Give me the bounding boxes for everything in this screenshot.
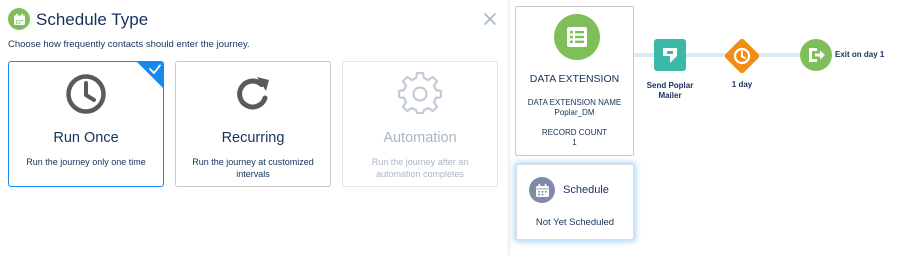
activity-label: Send Poplar Mailer <box>646 81 694 100</box>
run-once-card[interactable]: Run Once Run the journey only one time <box>8 61 164 187</box>
schedule-card[interactable]: Schedule Not Yet Scheduled <box>516 164 634 240</box>
entry-source-title: DATA EXTENSION <box>529 73 620 85</box>
schedule-type-panel: Schedule Type Choose how frequently cont… <box>0 0 507 256</box>
automation-card: Automation Run the journey after an auto… <box>342 61 498 187</box>
de-name-label: DATA EXTENSION NAME <box>527 98 622 107</box>
card-title: Recurring <box>221 130 285 146</box>
record-count-label: RECORD COUNT <box>541 128 608 137</box>
panel-title: Schedule Type <box>36 10 149 29</box>
data-extension-entry-card[interactable]: DATA EXTENSION DATA EXTENSION NAME Popla… <box>515 6 634 156</box>
panel-subtitle: Choose how frequently contacts should en… <box>8 39 250 50</box>
gear-icon <box>397 71 443 116</box>
card-description: Run the journey after an automation comp… <box>371 157 469 179</box>
exit-activity[interactable] <box>800 39 832 71</box>
table-icon <box>554 14 600 60</box>
calendar-icon <box>8 8 30 30</box>
clock-icon <box>724 38 760 74</box>
exit-label: Exit on day 1 <box>835 50 885 59</box>
schedule-status: Not Yet Scheduled <box>535 217 615 228</box>
mailer-icon <box>654 39 686 71</box>
exit-icon <box>800 39 832 71</box>
clock-icon <box>64 72 108 116</box>
card-description: Run the journey at customized intervals <box>192 157 314 179</box>
de-name-value: Poplar_DM <box>554 108 595 117</box>
card-title: Automation <box>383 130 457 146</box>
activity-label: 1 day <box>731 80 753 89</box>
schedule-title: Schedule <box>563 184 609 196</box>
record-count-value: 1 <box>572 138 577 147</box>
card-description: Run the journey only one time <box>26 157 146 167</box>
selected-check-icon <box>137 62 163 88</box>
journey-canvas: DATA EXTENSION DATA EXTENSION NAME Popla… <box>511 0 900 256</box>
calendar-icon <box>529 177 555 203</box>
wait-1-day-activity[interactable] <box>723 37 761 75</box>
recurring-card[interactable]: Recurring Run the journey at customized … <box>175 61 331 187</box>
send-poplar-mailer-activity[interactable] <box>654 39 686 71</box>
card-title: Run Once <box>53 130 119 146</box>
close-icon[interactable] <box>482 11 498 27</box>
refresh-icon <box>231 72 275 116</box>
